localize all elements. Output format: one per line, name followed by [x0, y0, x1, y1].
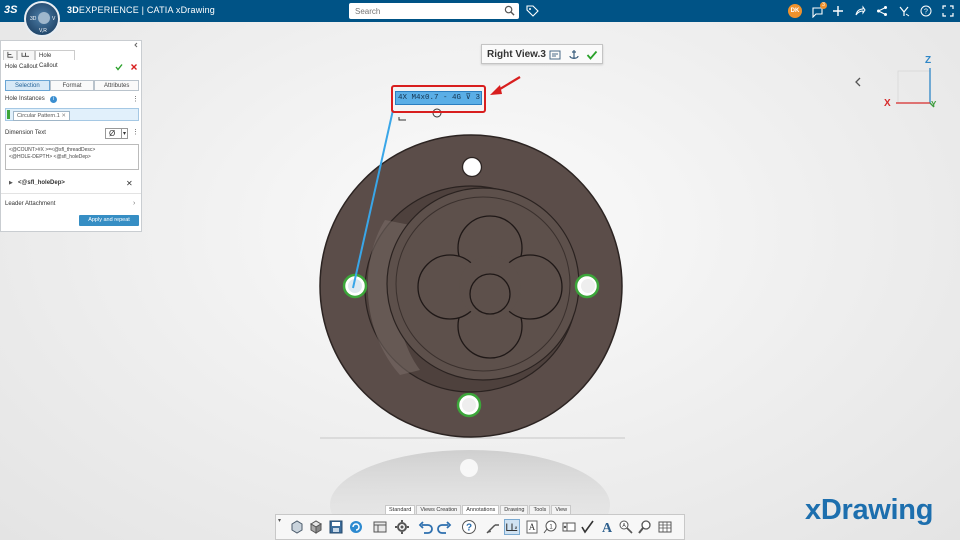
tab-hole-callout[interactable]: Hole Callout: [35, 50, 75, 69]
attribute-row[interactable]: ▶ <@sfl_holeDep> ✕: [1, 179, 141, 189]
view-label-box[interactable]: Right View.3: [481, 44, 603, 64]
datum-tool-icon[interactable]: [561, 519, 577, 535]
chevron-down-icon[interactable]: ▾: [278, 517, 281, 524]
compass-label-left: 3D: [30, 16, 37, 22]
apply-and-repeat-button[interactable]: Apply and repeat: [79, 215, 139, 226]
compass-label-bottom: V,R: [39, 28, 47, 34]
segment-attributes[interactable]: Attributes: [94, 80, 140, 91]
xdrawing-watermark: xDrawing: [805, 494, 934, 526]
svg-text:ø: ø: [515, 525, 518, 530]
svg-text:?: ?: [466, 523, 472, 534]
axis-triad[interactable]: [896, 68, 935, 108]
more-options-icon[interactable]: ⋮: [132, 95, 139, 103]
layout-icon[interactable]: [372, 519, 388, 535]
hole-callout-panel: Hole Callout Hole Callout Selection Form…: [0, 40, 142, 232]
measure-tool-icon[interactable]: A: [618, 519, 634, 535]
tab-callout-icon[interactable]: [17, 50, 35, 60]
help-icon[interactable]: ?: [461, 519, 477, 535]
cube-icon[interactable]: [308, 519, 324, 535]
hole-callout-tool-icon[interactable]: ø: [504, 519, 520, 535]
undo-icon[interactable]: [418, 519, 434, 535]
compass-play-icon[interactable]: [38, 12, 50, 24]
ok-check-icon[interactable]: [115, 63, 123, 71]
chevron-right-icon[interactable]: ›: [133, 200, 135, 207]
view-title: Right View.3: [487, 49, 546, 60]
bolt-hole-bottom[interactable]: [456, 392, 482, 418]
redo-icon[interactable]: [436, 519, 452, 535]
balloon-tool-icon[interactable]: 1: [542, 519, 558, 535]
compass[interactable]: 3D V V,R: [24, 1, 60, 37]
axis-z-label: Z: [925, 55, 932, 66]
panel-header: Hole Callout: [1, 62, 141, 72]
leader-attachment-label: Leader Attachment: [5, 201, 56, 207]
hole-instances-row: Hole Instances i ⋮: [1, 95, 141, 105]
remove-attribute-icon[interactable]: ✕: [126, 179, 133, 188]
anchor-icon[interactable]: [568, 49, 580, 61]
svg-text:A: A: [529, 522, 536, 532]
segment-format[interactable]: Format: [49, 80, 95, 91]
text-tool-icon[interactable]: A: [524, 519, 540, 535]
compass-label-right: V: [52, 16, 56, 22]
hole-instances-field[interactable]: Circular Pattern.1 ✕: [5, 108, 139, 121]
panel-tabs: Hole Callout: [1, 50, 141, 69]
dimension-text-label: Dimension Text: [5, 130, 46, 136]
dimension-text-area[interactable]: <@COUNT>#X >=<@sfl_threadDesc> <@HOLE-DE…: [5, 144, 139, 170]
circular-pattern-chip[interactable]: Circular Pattern.1 ✕: [13, 111, 70, 121]
text-style-icon[interactable]: A: [599, 519, 615, 535]
center-boss: [469, 273, 511, 315]
hole-instances-label: Hole Instances: [5, 96, 45, 102]
action-bar: ▾ ? ø A 1 A A: [275, 514, 685, 540]
leader-attachment-row[interactable]: Leader Attachment ›: [1, 200, 141, 210]
confirm-check-icon[interactable]: [586, 49, 598, 61]
more-options-icon[interactable]: ⋮: [132, 128, 139, 136]
refresh-icon[interactable]: [348, 519, 364, 535]
bolt-hole-top[interactable]: [461, 156, 483, 178]
axis-x-label: X: [884, 98, 891, 109]
info-icon[interactable]: i: [50, 96, 57, 103]
action-bar-tabs: Standard Views Creation Annotations Draw…: [385, 505, 572, 515]
table-tool-icon[interactable]: [657, 519, 673, 535]
search-tool-icon[interactable]: [637, 519, 653, 535]
svg-text:A: A: [602, 521, 613, 535]
tab-tree-icon[interactable]: [3, 50, 17, 60]
save-icon[interactable]: [328, 519, 344, 535]
expand-arrow-icon[interactable]: ▶: [9, 180, 13, 186]
hole-callout-text[interactable]: 4X M4x0.7 - 4G ⊽ 3: [395, 91, 482, 105]
view-properties-icon[interactable]: [549, 49, 561, 61]
chevron-left-icon[interactable]: [855, 77, 861, 87]
gear-icon[interactable]: [394, 519, 410, 535]
collapse-panel-icon[interactable]: [133, 42, 139, 48]
part-drawing: [319, 68, 935, 540]
attribute-row-label: <@sfl_holeDep>: [18, 180, 65, 186]
axis-y-label: Y: [931, 100, 937, 109]
segment-selection[interactable]: Selection: [5, 80, 50, 91]
diameter-symbol-dropdown[interactable]: Ø ▾: [105, 128, 128, 139]
panel-segment-control: Selection Format Attributes: [5, 80, 140, 91]
panel-title: Hole Callout: [5, 64, 38, 70]
bolt-hole-right[interactable]: [574, 273, 600, 299]
cancel-x-icon[interactable]: [130, 63, 138, 71]
roughness-tool-icon[interactable]: [580, 519, 596, 535]
part-3d-icon[interactable]: [289, 519, 305, 535]
leader-tool-icon[interactable]: [485, 519, 501, 535]
